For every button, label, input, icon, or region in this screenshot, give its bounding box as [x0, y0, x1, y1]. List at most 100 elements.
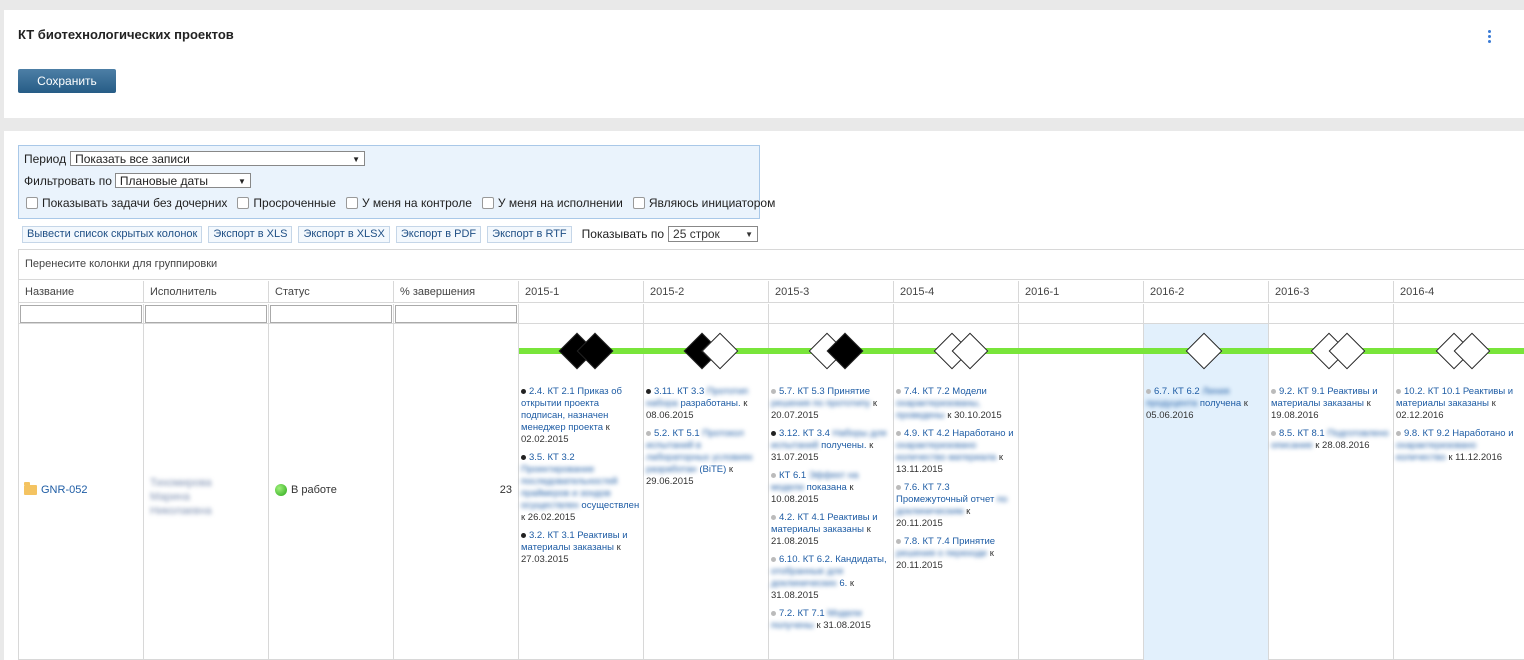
column-header-percent[interactable]: % завершения: [394, 281, 519, 303]
checkbox-label: Являюсь инициатором: [648, 196, 776, 210]
task-item[interactable]: 10.2. КТ 10.1 Реактивы и материалы заказ…: [1396, 386, 1521, 422]
checkbox-my-control[interactable]: У меня на контроле: [344, 196, 472, 210]
column-header-2015-4[interactable]: 2015-4: [894, 281, 1019, 303]
task-title[interactable]: 8.5. КТ 8.1: [1279, 428, 1325, 439]
task-item[interactable]: 8.5. КТ 8.1 Подготовлено описание к 28.0…: [1271, 428, 1392, 452]
task-blurred: отобранные для доклинических: [771, 566, 844, 589]
bullet-icon: [896, 538, 901, 544]
task-item[interactable]: 5.7. КТ 5.3 Принятие решения по прототип…: [771, 386, 892, 422]
task-title[interactable]: 4.2. КТ 4.1 Реактивы и материалы заказан…: [771, 512, 878, 535]
task-mid: получена: [1199, 398, 1242, 409]
task-item[interactable]: 3.2. КТ 3.1 Реактивы и материалы заказан…: [521, 530, 642, 566]
task-mid: получены.: [821, 440, 867, 451]
task-title[interactable]: 3.11. КТ 3.3: [654, 386, 704, 397]
status-text: В работе: [291, 484, 337, 496]
task-title[interactable]: 5.2. КТ 5.1: [654, 428, 700, 439]
export-xls-button[interactable]: Экспорт в XLS: [208, 225, 293, 243]
checkbox-box[interactable]: [26, 197, 38, 209]
executor-filter-input[interactable]: [145, 305, 267, 323]
task-mid: разработаны.: [680, 398, 741, 409]
group-drop-zone[interactable]: Перенесите колонки для группировки: [19, 250, 1524, 280]
task-item[interactable]: 7.6. КТ 7.3 Промежуточный отчет по докли…: [896, 482, 1017, 530]
task-title[interactable]: 9.2. КТ 9.1 Реактивы и материалы заказан…: [1271, 386, 1378, 409]
column-header-2016-4[interactable]: 2016-4: [1394, 281, 1524, 303]
hidden-columns-button[interactable]: Вывести список скрытых колонок: [22, 225, 203, 243]
percent-filter-input[interactable]: [395, 305, 517, 323]
cell-2016-2: [1144, 324, 1269, 660]
task-title[interactable]: 7.4. КТ 7.2 Модели: [904, 386, 987, 397]
column-header-2016-2[interactable]: 2016-2: [1144, 281, 1269, 303]
checkbox-box[interactable]: [345, 197, 358, 209]
checkbox-box[interactable]: [237, 197, 250, 209]
task-date: к 11.12.2016: [1448, 452, 1503, 463]
checkbox-my-execution[interactable]: У меня на исполнении: [480, 196, 623, 210]
task-item[interactable]: 3.12. КТ 3.4 Наборы для испытаний получе…: [771, 428, 892, 464]
task-title[interactable]: 4.9. КТ 4.2 Наработано и: [904, 428, 1014, 439]
task-title[interactable]: 5.7. КТ 5.3 Принятие: [779, 386, 870, 397]
column-header-2015-3[interactable]: 2015-3: [769, 281, 894, 303]
export-pdf-button[interactable]: Экспорт в PDF: [395, 225, 482, 243]
bullet-icon: [771, 514, 776, 520]
kebab-vertical-icon[interactable]: [1484, 28, 1494, 48]
checkbox-label: Показывать задачи без дочерних: [42, 196, 228, 210]
column-header-executor[interactable]: Исполнитель: [144, 281, 269, 303]
task-item[interactable]: 5.2. КТ 5.1 Протокол испытаний в лаборат…: [646, 428, 767, 488]
task-title[interactable]: 3.12. КТ 3.4: [779, 428, 830, 439]
column-header-status[interactable]: Статус: [269, 281, 394, 303]
task-title[interactable]: 7.8. КТ 7.4 Принятие: [904, 536, 995, 547]
task-item[interactable]: 6.7. КТ 6.2 Линия продуцента получена к …: [1146, 386, 1267, 422]
task-item[interactable]: КТ 6.1 Эффект на модели показана к 10.08…: [771, 470, 892, 506]
task-item[interactable]: 9.2. КТ 9.1 Реактивы и материалы заказан…: [1271, 386, 1392, 422]
task-title[interactable]: 9.8. КТ 9.2 Наработано и: [1404, 428, 1514, 439]
column-header-2015-1[interactable]: 2015-1: [519, 281, 644, 303]
cell-2016-4: [1394, 324, 1524, 660]
checkbox-box[interactable]: [632, 197, 645, 209]
column-header-2016-3[interactable]: 2016-3: [1269, 281, 1394, 303]
task-title[interactable]: 6.10. КТ 6.2. Кандидаты,: [779, 554, 887, 565]
task-item[interactable]: 6.10. КТ 6.2. Кандидаты, отобранные для …: [771, 554, 892, 602]
bullet-icon: [1271, 388, 1276, 394]
task-title[interactable]: 3.5. КТ 3.2: [529, 452, 575, 463]
task-item[interactable]: 7.2. КТ 7.1 Модели получены к 31.08.2015: [771, 608, 892, 632]
save-button[interactable]: Сохранить: [18, 69, 116, 93]
task-list-2015-2: 3.11. КТ 3.3 Прототип набора разработаны…: [646, 386, 767, 494]
filter-cell: [1269, 304, 1394, 324]
bullet-icon: [521, 388, 526, 394]
task-item[interactable]: 4.2. КТ 4.1 Реактивы и материалы заказан…: [771, 512, 892, 548]
period-select[interactable]: Показать все записи ▼: [70, 151, 366, 166]
task-title[interactable]: 7.6. КТ 7.3: [904, 482, 950, 493]
status-filter-input[interactable]: [270, 305, 392, 323]
export-xlsx-button[interactable]: Экспорт в XLSX: [298, 225, 390, 243]
task-item[interactable]: 7.8. КТ 7.4 Принятие решения о переходе …: [896, 536, 1017, 572]
show-by-label: Показывать по: [581, 227, 665, 241]
filter-by-select[interactable]: Плановые даты ▼: [114, 173, 251, 188]
checkbox-overdue[interactable]: Просроченные: [235, 196, 336, 210]
project-link[interactable]: GNR-052: [24, 482, 87, 496]
task-list-2015-3: 5.7. КТ 5.3 Принятие решения по прототип…: [771, 386, 892, 638]
task-title[interactable]: 7.2. КТ 7.1: [779, 608, 825, 619]
task-title[interactable]: КТ 6.1: [779, 470, 806, 481]
task-title[interactable]: 6.7. КТ 6.2: [1154, 386, 1200, 397]
rows-per-page-select[interactable]: 25 строк ▼: [668, 226, 759, 242]
name-filter-input[interactable]: [20, 305, 142, 323]
checkbox-no-children[interactable]: Показывать задачи без дочерних: [24, 196, 227, 210]
column-header-2015-2[interactable]: 2015-2: [644, 281, 769, 303]
task-item[interactable]: 3.5. КТ 3.2 Проектирование последователь…: [521, 452, 642, 524]
column-header-name[interactable]: Название: [19, 281, 144, 303]
checkbox-box[interactable]: [481, 197, 494, 209]
column-header-2016-1[interactable]: 2016-1: [1019, 281, 1144, 303]
export-rtf-button[interactable]: Экспорт в RTF: [487, 225, 572, 243]
timeline-bar: [519, 348, 1524, 354]
task-item[interactable]: 9.8. КТ 9.2 Наработано и охарактеризован…: [1396, 428, 1521, 464]
filter-cell: [1394, 304, 1524, 324]
task-list-2015-1: 2.4. КТ 2.1 Приказ об открытии проекта п…: [521, 386, 642, 572]
task-item[interactable]: 3.11. КТ 3.3 Прототип набора разработаны…: [646, 386, 767, 422]
task-item[interactable]: 7.4. КТ 7.2 Модели охарактеризованы, про…: [896, 386, 1017, 422]
bullet-icon: [521, 454, 526, 460]
task-item[interactable]: 2.4. КТ 2.1 Приказ об открытии проекта п…: [521, 386, 642, 446]
task-item[interactable]: 4.9. КТ 4.2 Наработано и охарактеризован…: [896, 428, 1017, 476]
checkbox-initiator[interactable]: Являюсь инициатором: [631, 196, 776, 210]
task-date: к 26.02.2015: [521, 512, 576, 523]
task-title[interactable]: 3.2. КТ 3.1 Реактивы и материалы заказан…: [521, 530, 628, 553]
task-blurred: решения по прототипу: [771, 398, 871, 409]
